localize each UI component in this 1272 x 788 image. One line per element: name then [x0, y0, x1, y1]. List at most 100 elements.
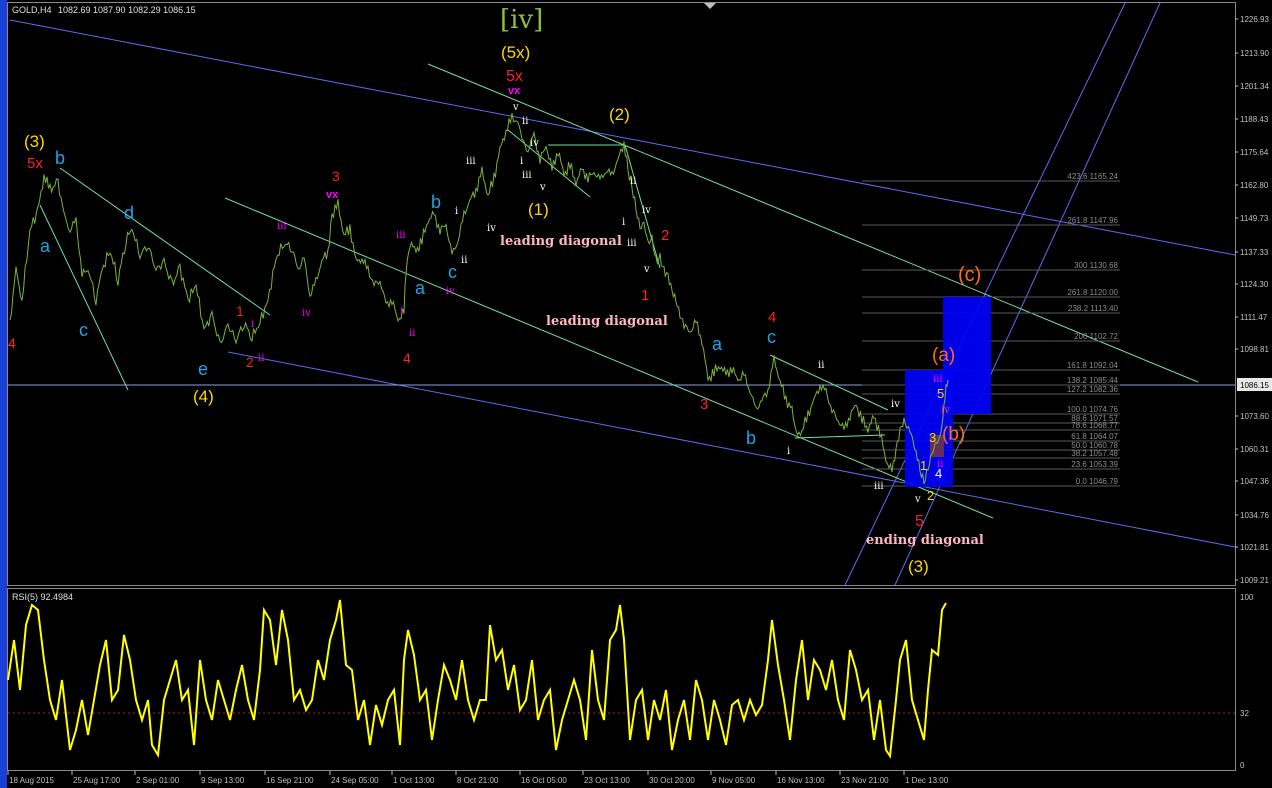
time-tick: 23 Nov 21:00 — [841, 776, 889, 785]
label-leading-diagonal-2: leading diagonal — [546, 314, 668, 329]
time-tick: 1 Dec 13:00 — [905, 776, 949, 785]
label-i-w-b: i — [520, 156, 523, 167]
label-c-paren: (c) — [958, 264, 981, 286]
price-axis: 1226.93 1213.90 1201.34 1188.43 1175.64 1162.… — [1235, 15, 1269, 585]
time-tick: 30 Oct 20:00 — [649, 776, 695, 785]
label-2-red-a: 2 — [246, 354, 254, 370]
label-iv-w-c: iv — [642, 205, 651, 216]
label-ending-diagonal: ending diagonal — [866, 533, 984, 548]
label-iv-w-a: iv — [487, 223, 496, 234]
label-a-right: a — [712, 334, 723, 354]
time-tick: 9 Nov 05:00 — [712, 776, 756, 785]
label-3-yellow: 3 — [929, 430, 936, 445]
fib-level-text: 127.2 1082.36 — [1067, 385, 1119, 394]
label-4-paren: (4) — [193, 387, 214, 406]
label-iii-w-c: iii — [627, 238, 637, 249]
label-iii-w-a: iii — [466, 156, 476, 167]
label-2-paren: (2) — [609, 105, 630, 124]
label-v-w-c: v — [643, 264, 650, 275]
chart-canvas[interactable]: 423.6 1165.24261.8 1147.96300 1130.68261… — [0, 0, 1272, 788]
label-a-left: a — [40, 236, 51, 256]
price-tick: 1098.81 — [1240, 345, 1269, 354]
label-iv-mag-a: iv — [302, 308, 311, 319]
label-b-mid: b — [431, 192, 441, 212]
price-tick: 1162.80 — [1240, 181, 1269, 190]
time-tick: 23 Oct 13:00 — [584, 776, 630, 785]
label-a-paren: (a) — [932, 345, 955, 366]
label-e-left: e — [198, 359, 208, 379]
label-v-w-b: v — [539, 182, 546, 193]
price-tick: 1034.76 — [1240, 511, 1269, 520]
fib-level-text: 138.2 1085.44 — [1067, 376, 1119, 385]
label-i-w-d: i — [787, 446, 790, 457]
label-b-paren: (b) — [942, 424, 965, 445]
label-5x-red: 5x — [506, 68, 523, 85]
time-tick: 16 Sep 21:00 — [266, 776, 314, 785]
price-tick: 1021.81 — [1240, 543, 1269, 552]
scroll-shift-icon[interactable] — [704, 3, 716, 9]
time-tick: 25 Aug 17:00 — [73, 776, 121, 785]
label-iii-w-d: iii — [874, 481, 884, 492]
label-ii-mag-b: ii — [409, 328, 415, 339]
label-ii-w-c: ii — [630, 176, 636, 187]
label-iii-mag-c: iii — [933, 374, 943, 385]
label-2-red-b: 2 — [661, 227, 669, 244]
rsi-axis-32: 32 — [1240, 709, 1249, 718]
label-5-yellow: 5 — [937, 386, 944, 401]
label-ii-w-a: ii — [461, 255, 467, 266]
label-iii-w-b: iii — [522, 170, 532, 181]
time-tick: 16 Oct 05:00 — [521, 776, 567, 785]
price-tick: 1060.31 — [1240, 445, 1269, 454]
fib-level-text: 38.2 1057.48 — [1071, 449, 1118, 458]
label-4-edge: 4 — [8, 335, 16, 351]
label-i-mag-a: i — [251, 319, 254, 330]
label-iv-red-c: iv — [941, 405, 950, 416]
fib-level-text: 261.8 1120.00 — [1067, 288, 1118, 297]
main-chart-frame — [7, 2, 1236, 586]
rsi-axis-100: 100 — [1240, 593, 1254, 602]
time-tick: 24 Sep 05:00 — [331, 776, 379, 785]
time-tick: 18 Aug 2015 — [9, 776, 54, 785]
label-c-mid: c — [448, 262, 457, 282]
price-tick: 1188.43 — [1240, 115, 1269, 124]
time-axis: 18 Aug 2015 25 Aug 17:00 2 Sep 01:00 9 Sep … — [7, 771, 949, 785]
label-iii-mag-a: iii — [277, 221, 287, 232]
rsi-line — [7, 599, 947, 759]
fib-level-text: 238.2 1113.40 — [1068, 304, 1119, 313]
label-3-paren-left: (3) — [24, 132, 45, 151]
fib-level-text: 161.8 1092.04 — [1067, 361, 1119, 370]
price-tick: 1073.60 — [1240, 412, 1269, 421]
label-b-left: b — [55, 148, 65, 168]
fib-level-text: 78.6 1068.77 — [1071, 421, 1118, 430]
price-tick: 1175.64 — [1240, 148, 1269, 157]
fib-level-text: 61.8 1064.07 — [1071, 432, 1118, 441]
label-iv-mag-b: iv — [446, 286, 455, 297]
label-5-red: 5 — [915, 513, 924, 530]
label-5x-left: 5x — [27, 155, 43, 172]
fib-level-text: 23.6 1053.39 — [1071, 460, 1118, 469]
label-i-mag-b: i — [400, 306, 403, 317]
price-tick: 1226.93 — [1240, 15, 1269, 24]
fib-level-text: 200 1102.72 — [1074, 332, 1118, 341]
rsi-axis-0: 0 — [1240, 761, 1245, 770]
label-4-red-b: 4 — [768, 309, 776, 326]
price-tick: 1124.30 — [1240, 280, 1269, 289]
label-4-red-a: 4 — [403, 350, 411, 366]
fib-level-text: 100.0 1074.76 — [1067, 405, 1119, 414]
price-tick: 1149.73 — [1240, 214, 1269, 223]
current-price-text: 1086.15 — [1240, 381, 1269, 390]
label-ii-mag-c: ii — [937, 459, 943, 470]
left-scroll-edge — [0, 0, 7, 788]
label-5x-yellow: (5x) — [501, 43, 530, 62]
label-i-w-c: i — [622, 217, 625, 228]
label-vx-top: vx — [508, 85, 521, 97]
time-tick: 9 Sep 13:00 — [201, 776, 245, 785]
label-a-mid: a — [415, 278, 426, 298]
price-tick: 1201.34 — [1240, 82, 1269, 91]
label-iv-w-d: iv — [891, 399, 900, 410]
label-v-w-d: v — [914, 494, 921, 505]
ohlc-label: 1082.69 1087.90 1082.29 1086.15 — [58, 5, 196, 15]
label-ii-mag-a: ii — [258, 353, 264, 364]
label-2-yellow: 2 — [927, 488, 934, 503]
label-leading-diagonal-1: leading diagonal — [500, 234, 622, 249]
